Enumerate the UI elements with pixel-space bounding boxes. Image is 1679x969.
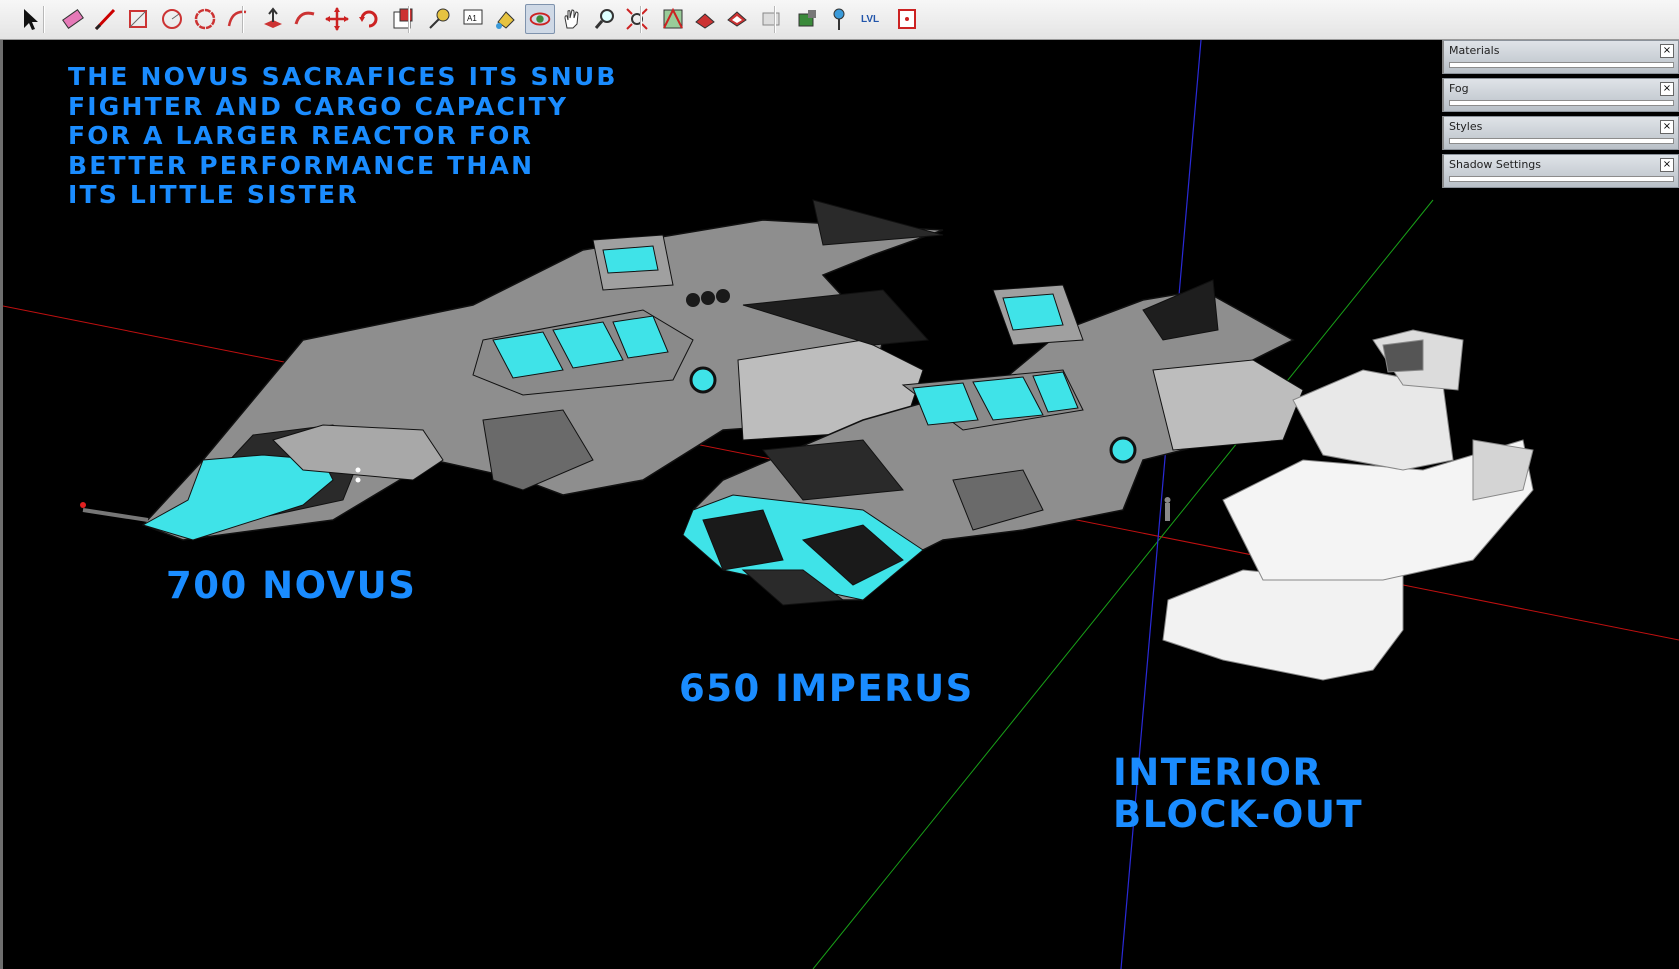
close-icon[interactable]: × bbox=[1660, 44, 1674, 58]
select-tool-button[interactable] bbox=[14, 4, 44, 34]
tray-collapse-bar[interactable] bbox=[1449, 176, 1674, 182]
polygon-tool-button[interactable] bbox=[190, 4, 220, 34]
tray-panel[interactable]: Materials × bbox=[1442, 40, 1679, 74]
warehouse-icon bbox=[663, 7, 683, 29]
tray-collapse-bar[interactable] bbox=[1449, 138, 1674, 144]
share-component-icon bbox=[727, 11, 747, 27]
toolbar-separator bbox=[242, 6, 244, 33]
rectangle-icon bbox=[129, 10, 147, 28]
line-tool-button[interactable] bbox=[90, 4, 120, 34]
circle-tool-button[interactable] bbox=[157, 4, 187, 34]
text-label-icon: A1 bbox=[463, 9, 483, 25]
lvl-icon: LVL bbox=[861, 14, 879, 25]
tray-panel[interactable]: Styles × bbox=[1442, 116, 1679, 150]
tape-measure-icon bbox=[429, 8, 450, 29]
follow-me-tool-button[interactable] bbox=[290, 4, 320, 34]
tray-panel[interactable]: Shadow Settings × bbox=[1442, 154, 1679, 188]
rotate-tool-button[interactable] bbox=[354, 4, 384, 34]
circle-icon bbox=[162, 9, 182, 29]
drawing-viewport[interactable]: The Novus sacrafices its snub fighter an… bbox=[0, 40, 1679, 969]
lvl-icon-text: LVL bbox=[861, 14, 879, 25]
section-box-icon bbox=[898, 9, 916, 29]
default-tray: Materials × Fog × Styles × Shadow Settings × bbox=[1442, 40, 1679, 192]
hand-icon bbox=[564, 9, 579, 29]
orbit-tool-button[interactable] bbox=[525, 4, 555, 34]
toolbar-separator bbox=[774, 6, 776, 33]
zoom-tool-button[interactable] bbox=[590, 4, 620, 34]
scale-icon bbox=[393, 8, 413, 29]
paint-bucket-tool-button[interactable] bbox=[490, 4, 520, 34]
person-scale-figure bbox=[1164, 497, 1171, 521]
toolbar-separator bbox=[43, 6, 45, 33]
novus-label: 700 Novus bbox=[166, 564, 417, 607]
close-icon[interactable]: × bbox=[1660, 120, 1674, 134]
tape-measure-tool-button[interactable] bbox=[424, 4, 454, 34]
toolbar-separator bbox=[640, 6, 642, 33]
tray-title[interactable]: Materials bbox=[1449, 44, 1499, 57]
tray-title[interactable]: Shadow Settings bbox=[1449, 158, 1541, 171]
orbit-icon bbox=[529, 12, 551, 26]
tray-collapse-bar[interactable] bbox=[1449, 100, 1674, 106]
toolbar-separator bbox=[408, 6, 410, 33]
map-pin-icon bbox=[833, 8, 845, 30]
follow-me-icon bbox=[294, 11, 315, 25]
tray-panel[interactable]: Fog × bbox=[1442, 78, 1679, 112]
extension-warehouse-tool-button[interactable] bbox=[756, 4, 786, 34]
arrow-cursor-icon bbox=[24, 9, 38, 30]
push-pull-tool-button[interactable] bbox=[258, 4, 288, 34]
section-plane-tool-button[interactable] bbox=[892, 4, 922, 34]
rotate-icon bbox=[359, 10, 378, 28]
move-arrows-icon bbox=[325, 7, 349, 31]
photo-texture-tool-button[interactable] bbox=[824, 4, 854, 34]
arc-tool-button[interactable] bbox=[222, 4, 252, 34]
magnifier-icon bbox=[594, 9, 614, 29]
share-model-tool-button[interactable] bbox=[690, 4, 720, 34]
tray-title[interactable]: Styles bbox=[1449, 120, 1482, 133]
eraser-tool-button[interactable] bbox=[58, 4, 88, 34]
pan-tool-button[interactable] bbox=[557, 4, 587, 34]
eraser-icon bbox=[62, 9, 84, 29]
interior-block-out-label: Interior Block-out bbox=[1113, 751, 1364, 836]
text-tool-icon-text: A1 bbox=[467, 14, 477, 23]
paint-bucket-icon bbox=[496, 11, 515, 29]
description-caption: The Novus sacrafices its snub fighter an… bbox=[68, 62, 618, 209]
imperus-label: 650 Imperus bbox=[679, 667, 974, 710]
polygon-icon bbox=[194, 8, 216, 30]
main-toolbar: A1 LVL bbox=[0, 0, 1679, 40]
text-tool-button[interactable]: A1 bbox=[458, 4, 488, 34]
zoom-extents-tool-button[interactable] bbox=[622, 4, 652, 34]
lvl-plugin-tool-button[interactable]: LVL bbox=[858, 4, 888, 34]
tray-title[interactable]: Fog bbox=[1449, 82, 1469, 95]
tray-collapse-bar[interactable] bbox=[1449, 62, 1674, 68]
extension-icon bbox=[762, 12, 780, 26]
close-icon[interactable]: × bbox=[1660, 158, 1674, 172]
move-tool-button[interactable] bbox=[322, 4, 352, 34]
close-icon[interactable]: × bbox=[1660, 82, 1674, 96]
share-model-icon bbox=[695, 13, 715, 29]
location-icon bbox=[798, 10, 816, 27]
get-models-tool-button[interactable] bbox=[658, 4, 688, 34]
pencil-icon bbox=[94, 8, 116, 31]
share-component-tool-button[interactable] bbox=[722, 4, 752, 34]
add-location-tool-button[interactable] bbox=[792, 4, 822, 34]
rectangle-tool-button[interactable] bbox=[123, 4, 153, 34]
push-pull-icon bbox=[264, 7, 282, 28]
zoom-extents-icon bbox=[626, 8, 648, 30]
arc-icon bbox=[227, 10, 247, 27]
scale-tool-button[interactable] bbox=[388, 4, 418, 34]
